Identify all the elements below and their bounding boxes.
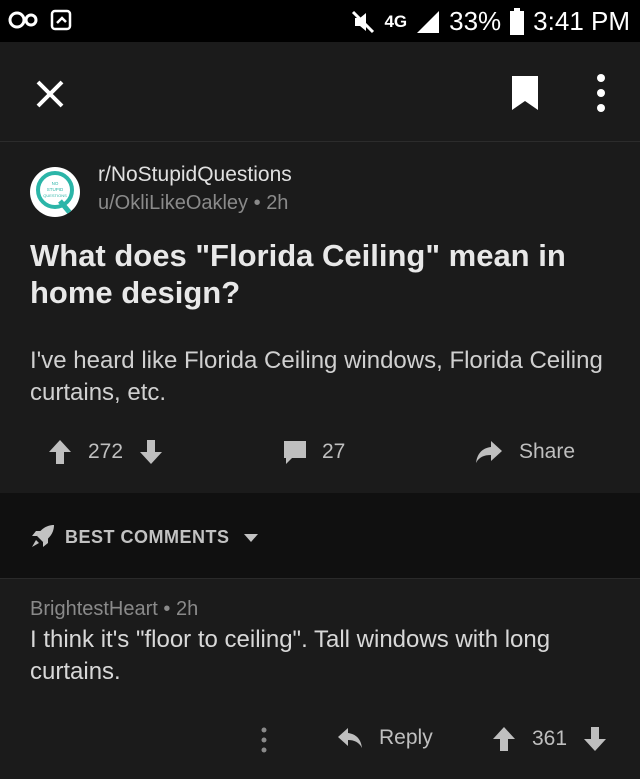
bookmark-icon[interactable] bbox=[510, 74, 540, 112]
share-label: Share bbox=[519, 440, 576, 463]
reply-label: Reply bbox=[379, 726, 433, 749]
comment-body: I think it's "floor to ceiling". Tall wi… bbox=[30, 626, 551, 685]
status-bar: 4G 33% 3:41 PM bbox=[0, 0, 640, 42]
post-body: I've heard like Florida Ceiling windows,… bbox=[30, 347, 603, 406]
gallery-notification-icon bbox=[50, 9, 72, 31]
svg-text:NO: NO bbox=[52, 181, 59, 186]
comment-icon bbox=[284, 441, 306, 464]
chevron-down-icon bbox=[244, 534, 258, 542]
post: NO STUPID QUESTIONS r/NoStupidQuestions … bbox=[0, 143, 640, 493]
comment-vote-group: 361 bbox=[492, 726, 607, 752]
comments-button[interactable]: 27 bbox=[282, 439, 345, 465]
upvote-icon[interactable] bbox=[492, 726, 516, 752]
post-title: What does "Florida Ceiling" mean in home… bbox=[30, 238, 566, 310]
clock: 3:41 PM bbox=[533, 6, 630, 36]
sort-label: BEST COMMENTS bbox=[65, 527, 230, 547]
reply-button[interactable]: Reply bbox=[337, 726, 433, 750]
mute-icon bbox=[352, 10, 375, 33]
more-vertical-icon[interactable] bbox=[258, 726, 270, 754]
svg-text:QUESTIONS: QUESTIONS bbox=[43, 193, 67, 198]
post-vote-group: 272 bbox=[48, 439, 163, 465]
subreddit-avatar[interactable]: NO STUPID QUESTIONS bbox=[30, 167, 80, 217]
close-icon[interactable] bbox=[32, 76, 68, 112]
battery-percent: 33% bbox=[449, 6, 502, 36]
downvote-icon[interactable] bbox=[583, 726, 607, 752]
signal-icon bbox=[417, 10, 440, 33]
upvote-icon[interactable] bbox=[48, 439, 72, 465]
share-arrow-icon bbox=[476, 441, 502, 463]
rocket-icon bbox=[32, 525, 54, 547]
network-type: 4G bbox=[384, 11, 408, 31]
infinity-notification-icon bbox=[8, 11, 38, 29]
post-age: 2h bbox=[266, 192, 289, 214]
meta-separator: • bbox=[253, 192, 267, 214]
comment-meta: BrightestHeart • 2h bbox=[30, 598, 198, 621]
meta-separator: • bbox=[163, 598, 176, 620]
comment: BrightestHeart • 2h I think it's "floor … bbox=[0, 580, 640, 779]
top-toolbar bbox=[0, 42, 640, 142]
post-score: 272 bbox=[88, 440, 124, 463]
comment-score: 361 bbox=[532, 727, 568, 750]
status-right-icons: 4G 33% 3:41 PM bbox=[350, 6, 630, 37]
comment-author[interactable]: BrightestHeart bbox=[30, 598, 158, 620]
status-left-icons bbox=[8, 8, 72, 32]
more-vertical-icon[interactable] bbox=[592, 72, 610, 114]
comment-sort-bar[interactable]: BEST COMMENTS bbox=[0, 493, 640, 579]
comment-actions: Reply 361 bbox=[0, 718, 640, 758]
post-actions: 272 27 Share bbox=[0, 431, 640, 477]
comment-age: 2h bbox=[175, 598, 199, 620]
downvote-icon[interactable] bbox=[139, 439, 163, 465]
svg-text:STUPID: STUPID bbox=[47, 187, 64, 192]
nostupidquestions-logo-icon: NO STUPID QUESTIONS bbox=[36, 171, 74, 215]
reply-icon bbox=[338, 728, 362, 748]
battery-icon bbox=[510, 7, 525, 35]
post-author[interactable]: u/OkliLikeOakley bbox=[98, 192, 248, 214]
post-meta: u/OkliLikeOakley • 2h bbox=[98, 192, 288, 215]
share-button[interactable]: Share bbox=[475, 439, 575, 465]
comment-count: 27 bbox=[322, 440, 346, 463]
subreddit-name[interactable]: r/NoStupidQuestions bbox=[98, 163, 292, 187]
